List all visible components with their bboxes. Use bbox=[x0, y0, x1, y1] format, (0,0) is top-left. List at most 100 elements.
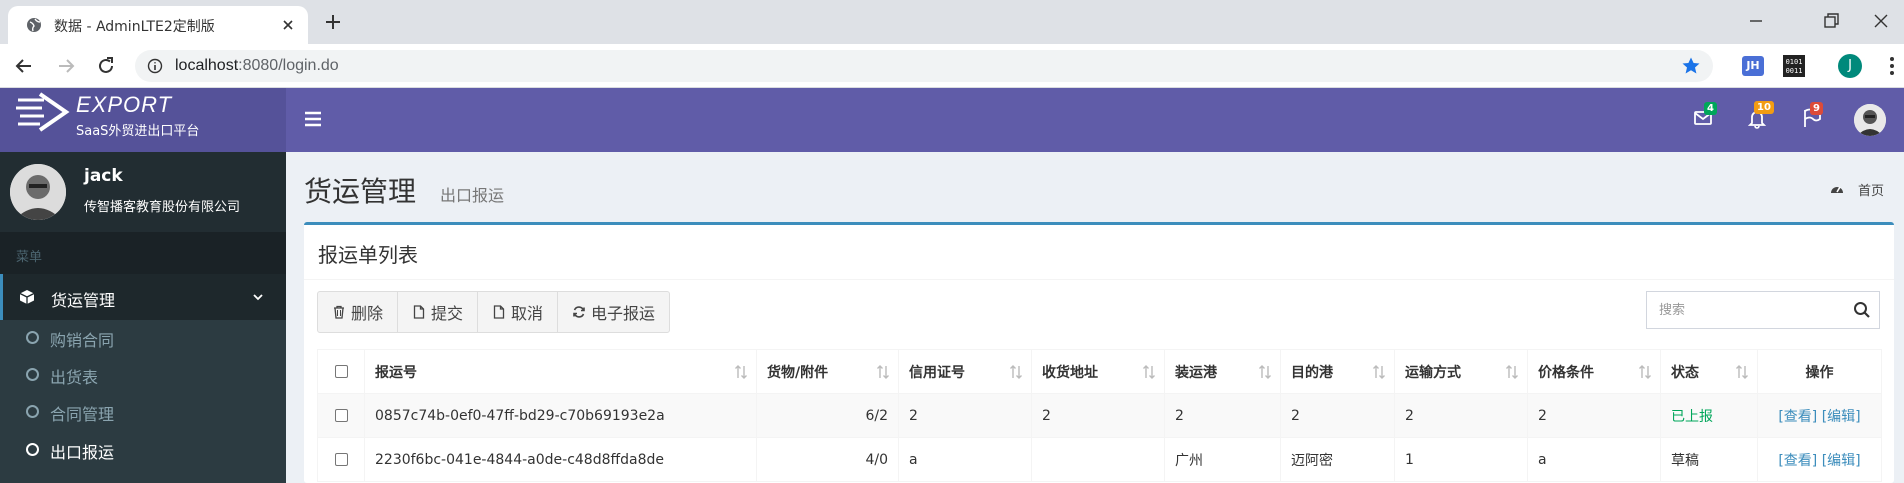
cell-address bbox=[1031, 437, 1165, 482]
sort-icon[interactable] bbox=[1505, 364, 1519, 380]
close-window-icon[interactable] bbox=[1870, 10, 1892, 32]
sort-icon[interactable] bbox=[1258, 364, 1272, 380]
address-bar[interactable]: localhost:8080/login.do bbox=[135, 50, 1713, 82]
cell-price-terms: 2 bbox=[1527, 393, 1661, 438]
cell-lc-no: a bbox=[898, 437, 1032, 482]
hamburger-menu-icon[interactable] bbox=[304, 110, 322, 128]
binary-extension-icon[interactable]: 01010011 bbox=[1782, 54, 1806, 78]
col-price-terms[interactable]: 价格条件 bbox=[1527, 349, 1661, 394]
select-all-checkbox[interactable] bbox=[334, 365, 348, 378]
reload-icon[interactable] bbox=[94, 54, 118, 78]
sort-icon[interactable] bbox=[1372, 364, 1386, 380]
tasks-badge: 9 bbox=[1810, 102, 1823, 115]
sidebar-item-label: 货运管理 bbox=[51, 291, 116, 310]
delete-label: 删除 bbox=[351, 304, 384, 323]
sidebar-subitem-shipping-list[interactable]: 出货表 bbox=[0, 357, 286, 393]
svg-text:0101: 0101 bbox=[1786, 58, 1803, 66]
view-link[interactable]: [查看] bbox=[1778, 409, 1817, 425]
cell-actions: [查看] [编辑] bbox=[1757, 393, 1882, 438]
edit-link[interactable]: [编辑] bbox=[1822, 409, 1861, 425]
browser-tabstrip: 数据 - AdminLTE2定制版 bbox=[0, 0, 1904, 44]
bookmark-star-icon[interactable] bbox=[1681, 56, 1701, 76]
sort-icon[interactable] bbox=[734, 364, 748, 380]
sidebar-item-shipping[interactable]: 货运管理 bbox=[0, 274, 286, 320]
sidebar: jack 传智播客教育股份有限公司 菜单 货运管理 购销合同 出货表 合同管理 … bbox=[0, 152, 286, 483]
file-icon bbox=[413, 305, 425, 319]
circle-icon bbox=[26, 368, 39, 381]
submit-button[interactable]: 提交 bbox=[397, 291, 479, 333]
jh-extension-icon[interactable]: JH bbox=[1742, 56, 1764, 76]
submenu: 购销合同 出货表 合同管理 出口报运 bbox=[0, 320, 286, 483]
user-company: 传智播客教育股份有限公司 bbox=[84, 200, 241, 215]
svg-text:0011: 0011 bbox=[1786, 67, 1803, 75]
search-box bbox=[1646, 291, 1880, 329]
trash-icon bbox=[334, 305, 344, 319]
col-port-to[interactable]: 目的港 bbox=[1280, 349, 1395, 394]
top-navbar: 4 10 9 bbox=[286, 88, 1904, 152]
cell-port-from: 2 bbox=[1164, 393, 1281, 438]
url-text[interactable]: localhost:8080/login.do bbox=[175, 57, 339, 75]
subitem-label: 出口报运 bbox=[50, 443, 115, 462]
browser-tab[interactable]: 数据 - AdminLTE2定制版 bbox=[8, 6, 308, 44]
close-icon[interactable] bbox=[280, 17, 296, 33]
col-status[interactable]: 状态 bbox=[1660, 349, 1758, 394]
cancel-button[interactable]: 取消 bbox=[477, 291, 559, 333]
minimize-icon[interactable] bbox=[1745, 10, 1767, 32]
info-icon[interactable] bbox=[147, 58, 163, 74]
sort-icon[interactable] bbox=[1009, 364, 1023, 380]
col-lc-no[interactable]: 信用证号 bbox=[898, 349, 1032, 394]
cell-goods: 6/2 bbox=[756, 393, 899, 438]
cell-transport: 1 bbox=[1394, 437, 1528, 482]
electronic-report-button[interactable]: 电子报运 bbox=[557, 291, 671, 333]
col-transport[interactable]: 运输方式 bbox=[1394, 349, 1528, 394]
search-icon[interactable] bbox=[1853, 301, 1871, 319]
logo-arrow-icon bbox=[16, 92, 70, 132]
cell-address: 2 bbox=[1031, 393, 1165, 438]
cell-lc-no: 2 bbox=[898, 393, 1032, 438]
new-tab-icon[interactable] bbox=[322, 11, 344, 33]
cell-status: 草稿 bbox=[1660, 437, 1758, 482]
col-address[interactable]: 收货地址 bbox=[1031, 349, 1165, 394]
view-link[interactable]: [查看] bbox=[1778, 453, 1817, 469]
table-header-row: 报运号 货物/附件 信用证号 收货地址 装运港 目的港 运输方式 价格条件 状态… bbox=[317, 349, 1882, 394]
forward-icon[interactable] bbox=[54, 54, 78, 78]
edit-link[interactable]: [编辑] bbox=[1822, 453, 1861, 469]
cell-price-terms: a bbox=[1527, 437, 1661, 482]
file-icon bbox=[493, 305, 505, 319]
delete-button[interactable]: 删除 bbox=[317, 291, 399, 333]
messages-badge: 4 bbox=[1704, 102, 1717, 115]
tab-title: 数据 - AdminLTE2定制版 bbox=[54, 19, 215, 35]
globe-icon bbox=[27, 18, 41, 32]
sort-icon[interactable] bbox=[1638, 364, 1652, 380]
sidebar-subitem-contract-management[interactable]: 合同管理 bbox=[0, 394, 286, 430]
restore-icon[interactable] bbox=[1820, 10, 1842, 32]
profile-avatar[interactable]: J bbox=[1838, 54, 1862, 78]
sort-icon[interactable] bbox=[876, 364, 890, 380]
content-header: 货运管理 出口报运 首页 bbox=[286, 152, 1904, 218]
user-avatar[interactable] bbox=[1854, 104, 1886, 136]
sidebar-subitem-export-report[interactable]: 出口报运 bbox=[0, 432, 286, 468]
col-port-from[interactable]: 装运港 bbox=[1164, 349, 1281, 394]
sidebar-avatar bbox=[10, 164, 66, 220]
col-report-no[interactable]: 报运号 bbox=[364, 349, 757, 394]
user-name: jack bbox=[84, 166, 123, 186]
breadcrumb-home[interactable]: 首页 bbox=[1858, 180, 1884, 199]
circle-icon bbox=[26, 443, 39, 456]
row-checkbox[interactable] bbox=[334, 409, 348, 422]
cell-port-to: 迈阿密 bbox=[1280, 437, 1395, 482]
sort-icon[interactable] bbox=[1142, 364, 1156, 380]
sidebar-subitem-sales-contract[interactable]: 购销合同 bbox=[0, 320, 286, 356]
subitem-label: 出货表 bbox=[50, 368, 99, 387]
cell-report-no: 0857c74b-0ef0-47ff-bd29-c70b69193e2a bbox=[364, 393, 757, 438]
page-title: 货运管理 bbox=[304, 175, 417, 208]
page-subtitle: 出口报运 bbox=[440, 186, 505, 205]
divider bbox=[304, 279, 1894, 280]
report-list-box: 报运单列表 删除 提交 取消 电子报运 报运号 货物/附件 信用 bbox=[304, 222, 1894, 483]
more-menu-icon[interactable] bbox=[1880, 54, 1904, 78]
row-checkbox[interactable] bbox=[334, 453, 348, 466]
sort-icon[interactable] bbox=[1735, 364, 1749, 380]
col-goods[interactable]: 货物/附件 bbox=[756, 349, 899, 394]
search-input[interactable] bbox=[1647, 292, 1837, 328]
back-icon[interactable] bbox=[12, 54, 36, 78]
app-logo[interactable]: EXPORT SaaS外贸进出口平台 bbox=[0, 88, 286, 152]
